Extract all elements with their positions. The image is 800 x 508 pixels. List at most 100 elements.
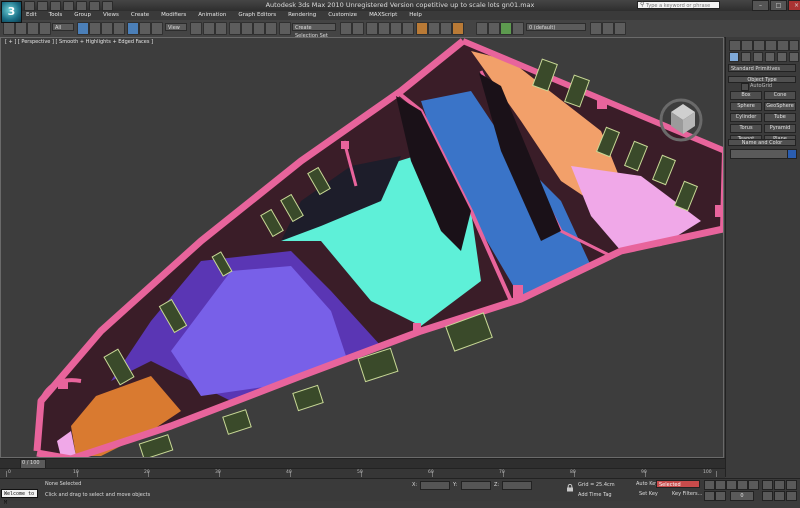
box-button[interactable]: Box [730, 91, 762, 100]
next-frame-icon[interactable] [737, 480, 748, 490]
application-button[interactable]: 3 [1, 1, 22, 23]
helpers-icon[interactable] [777, 52, 787, 62]
object-color-swatch[interactable] [787, 149, 797, 159]
y-coord-field[interactable] [461, 481, 491, 490]
tube-button[interactable]: Tube [764, 113, 796, 122]
menu-help[interactable]: Help [403, 11, 428, 20]
mirror-button[interactable] [340, 22, 352, 35]
keyboard-shortcut-button[interactable] [215, 22, 227, 35]
render-setup-button[interactable] [428, 22, 440, 35]
selection-lock-icon[interactable] [566, 484, 574, 492]
select-object-button[interactable] [77, 22, 89, 35]
maxscript-listener-input[interactable]: Welcome to M [1, 489, 38, 506]
unlink-button[interactable] [27, 22, 39, 35]
utilities-tab[interactable] [789, 40, 799, 51]
menu-tools[interactable]: Tools [43, 11, 69, 20]
play-icon[interactable] [726, 480, 737, 490]
pivot-center-button[interactable] [190, 22, 202, 35]
named-selection-set-dropdown[interactable]: Create Selection Set [292, 23, 336, 39]
previous-frame-icon[interactable] [715, 480, 726, 490]
pan-icon[interactable] [774, 480, 785, 490]
angle-snap-button[interactable] [241, 22, 253, 35]
select-in-layer-button[interactable] [602, 22, 614, 35]
modify-tab[interactable] [741, 40, 753, 51]
percent-snap-button[interactable] [253, 22, 265, 35]
spinner-snap-button[interactable] [265, 22, 277, 35]
menu-views[interactable]: Views [97, 11, 125, 20]
menu-edit[interactable]: Edit [20, 11, 43, 20]
select-by-name-button[interactable] [89, 22, 101, 35]
geosphere-button[interactable]: GeoSphere [764, 102, 796, 111]
window-crossing-button[interactable] [113, 22, 125, 35]
select-scale-button[interactable] [151, 22, 163, 35]
go-to-start-icon[interactable] [704, 480, 715, 490]
edit-named-selection-button[interactable] [279, 22, 291, 35]
pyramid-button[interactable]: Pyramid [764, 124, 796, 133]
rectangular-selection-button[interactable] [101, 22, 113, 35]
display-tab[interactable] [777, 40, 789, 51]
zoom-icon[interactable] [762, 480, 773, 490]
select-move-button[interactable] [127, 22, 139, 35]
orbit-icon[interactable] [786, 480, 797, 490]
lights-icon[interactable] [753, 52, 763, 62]
menu-customize[interactable]: Customize [322, 11, 363, 20]
reference-coordinate-dropdown[interactable]: View [165, 23, 187, 31]
selection-filter-dropdown[interactable]: All [52, 23, 74, 31]
key-mode-dropdown[interactable]: Selected [656, 480, 700, 488]
motion-tab[interactable] [765, 40, 777, 51]
space-warps-icon[interactable] [789, 52, 799, 62]
viewcube-icon[interactable] [657, 96, 705, 142]
key-filters-button[interactable]: Key Filters... [672, 491, 702, 497]
autogrid-checkbox[interactable] [741, 83, 749, 91]
x-coord-field[interactable] [420, 481, 450, 490]
cone-button[interactable]: Cone [764, 91, 796, 100]
shapes-icon[interactable] [741, 52, 751, 62]
create-layer-button[interactable] [488, 22, 500, 35]
material-editor-button[interactable] [416, 22, 428, 35]
select-manipulate-button[interactable] [203, 22, 215, 35]
menu-create[interactable]: Create [125, 11, 155, 20]
cameras-icon[interactable] [765, 52, 775, 62]
menu-rendering[interactable]: Rendering [282, 11, 322, 20]
menu-modifiers[interactable]: Modifiers [155, 11, 192, 20]
layer-toolbar-button[interactable] [476, 22, 488, 35]
geometry-icon[interactable] [729, 52, 739, 62]
hierarchy-tab[interactable] [753, 40, 765, 51]
rendered-frame-window-button[interactable] [440, 22, 452, 35]
z-coord-field[interactable] [502, 481, 532, 490]
add-to-layer-button[interactable] [590, 22, 602, 35]
object-name-field[interactable] [730, 149, 788, 159]
select-rotate-button[interactable] [139, 22, 151, 35]
layer-visibility-icon[interactable] [500, 22, 512, 35]
maximize-button[interactable]: □ [770, 0, 787, 11]
graphite-toggle-button[interactable] [378, 22, 390, 35]
set-key-button[interactable]: Set Key [639, 491, 658, 497]
snaps-toggle-button[interactable] [229, 22, 241, 35]
align-button[interactable] [352, 22, 364, 35]
minimize-button[interactable]: – [752, 0, 769, 11]
render-production-button[interactable] [452, 22, 464, 35]
menu-animation[interactable]: Animation [192, 11, 232, 20]
select-link-button[interactable] [15, 22, 27, 35]
close-button[interactable]: × [788, 0, 800, 11]
bind-space-warp-button[interactable] [39, 22, 51, 35]
sphere-button[interactable]: Sphere [730, 102, 762, 111]
layer-freeze-icon[interactable] [512, 22, 524, 35]
curve-editor-button[interactable] [390, 22, 402, 35]
help-search-input[interactable]: Type a keyword or phrase [637, 1, 720, 9]
layer-dropdown[interactable]: 0 (default) [526, 23, 586, 31]
add-time-tag-button[interactable]: Add Time Tag [578, 492, 612, 498]
auto-key-button[interactable]: Auto Key [636, 481, 658, 487]
name-and-color-rollout[interactable]: Name and Color [728, 139, 796, 146]
menu-group[interactable]: Group [68, 11, 97, 20]
menu-maxscript[interactable]: MAXScript [363, 11, 403, 20]
set-current-layer-button[interactable] [614, 22, 626, 35]
cylinder-button[interactable]: Cylinder [730, 113, 762, 122]
menu-graph-editors[interactable]: Graph Editors [232, 11, 282, 20]
go-to-end-icon[interactable] [748, 480, 759, 490]
layer-manager-button[interactable] [366, 22, 378, 35]
torus-button[interactable]: Torus [730, 124, 762, 133]
create-tab[interactable] [729, 40, 741, 51]
undo-toolbar-button[interactable] [3, 22, 15, 35]
object-category-dropdown[interactable]: Standard Primitives [728, 64, 796, 72]
